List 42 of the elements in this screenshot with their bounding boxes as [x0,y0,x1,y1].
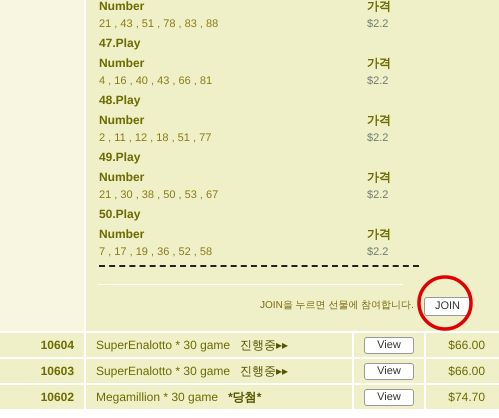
game-name: Megamillion * 30 game [96,389,218,406]
play-numbers: 21 , 30 , 38 , 50 , 53 , 67 [99,188,220,204]
join-button[interactable]: JOIN [424,296,471,316]
play-title: 47.Play [99,35,140,52]
play-price: $2.2 [367,131,388,146]
number-label: Number [99,168,146,186]
play-price: $2.2 [367,245,388,260]
amount: $74.70 [448,389,485,406]
order-number: 10603 [40,363,74,380]
play-title: 49.Play [99,149,140,166]
play-title: 50.Play [99,206,140,223]
price-label: 가격 [367,0,391,14]
play-numbers: 21 , 43 , 51 , 78 , 83 , 88 [99,17,220,32]
number-label: Number [99,0,146,14]
number-label: Number [99,226,146,242]
order-number: 10604 [40,337,74,354]
play-price: $2.2 [367,17,388,32]
order-number: 10602 [40,389,74,406]
price-label: 가격 [367,112,391,128]
price-label: 가격 [367,168,391,186]
play-price: $2.2 [367,188,388,204]
highlight-circle [416,274,474,332]
play-title: 48.Play [99,92,140,109]
play-numbers: 4 , 16 , 40 , 43 , 66 , 81 [99,74,214,90]
amount: $66.00 [448,337,485,354]
price-label: 가격 [367,226,391,242]
number-label: Number [99,112,146,128]
join-note: JOIN을 누르면 선물에 참여합니다. [260,298,414,312]
game-status: 진행중▸▸ [240,363,288,380]
view-button[interactable]: View [364,362,414,380]
play-price: $2.2 [367,74,388,90]
play-numbers: 7 , 17 , 19 , 36 , 52 , 58 [99,245,214,260]
game-name: SuperEnalotto * 30 game [96,363,230,380]
view-button[interactable]: View [364,388,414,406]
game-status: *당첨* [228,389,262,406]
play-numbers: 2 , 11 , 12 , 18 , 51 , 77 [99,131,212,146]
view-button[interactable]: View [364,336,414,354]
number-label: Number [99,54,146,72]
price-label: 가격 [367,54,391,72]
game-status: 진행중▸▸ [240,337,288,354]
game-name: SuperEnalotto * 30 game [96,337,230,354]
amount: $66.00 [448,363,485,380]
